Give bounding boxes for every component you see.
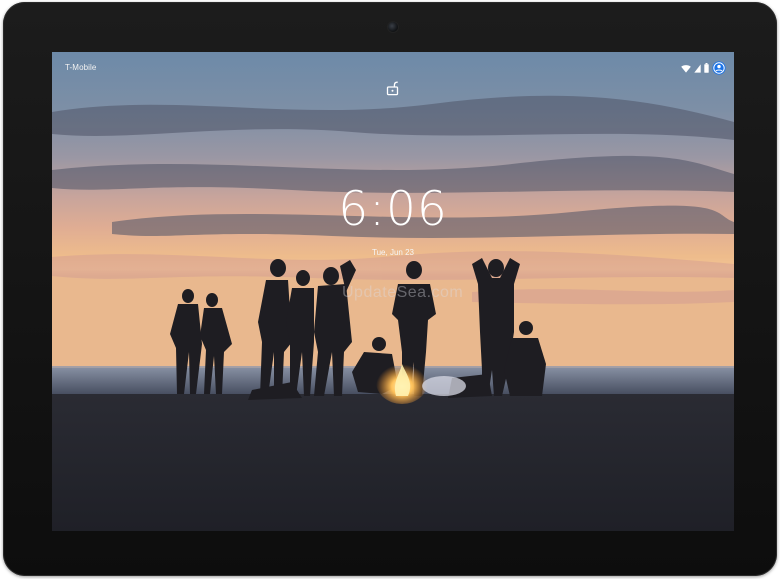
lock-screen-clock: 6:06 — [338, 182, 448, 237]
watermark-text: UpdateSea.com — [342, 284, 464, 301]
account-icon[interactable] — [712, 61, 726, 75]
wifi-icon — [681, 64, 691, 73]
battery-icon — [704, 63, 709, 73]
signal-icon — [694, 63, 701, 73]
lock-screen[interactable]: T-Mobile 6:06 Tue, Jun 23 UpdateSea.com — [52, 52, 734, 531]
status-icons — [681, 61, 726, 75]
lock-screen-date: Tue, Jun 23 — [372, 248, 414, 257]
unlocked-padlock-icon[interactable] — [386, 80, 400, 96]
front-camera — [388, 22, 398, 32]
carrier-label: T-Mobile — [65, 63, 97, 72]
tablet-device: T-Mobile 6:06 Tue, Jun 23 UpdateSea.com — [3, 2, 777, 576]
